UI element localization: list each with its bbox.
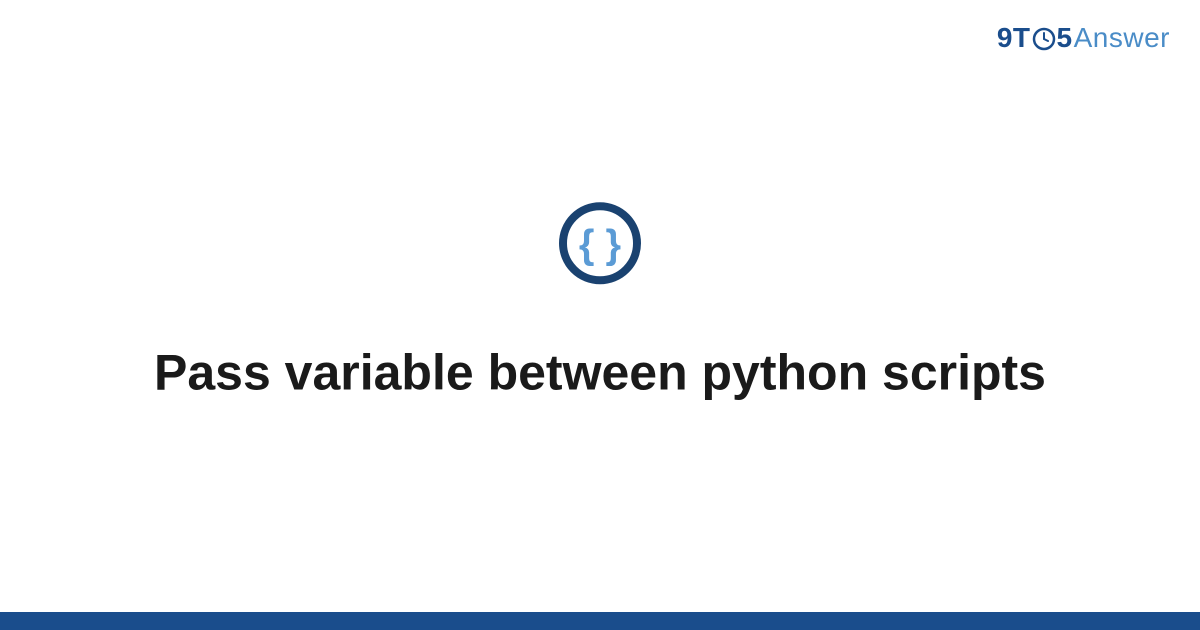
svg-text:{ }: { } <box>579 223 621 267</box>
logo-text-9t: 9T <box>997 22 1031 54</box>
code-braces-icon: { } <box>557 201 643 292</box>
clock-icon <box>1032 27 1056 51</box>
logo-text-answer: Answer <box>1074 22 1170 54</box>
main-content: { } Pass variable between python scripts <box>0 201 1200 405</box>
logo-text-5: 5 <box>1057 22 1073 54</box>
footer-bar <box>0 612 1200 630</box>
page-title: Pass variable between python scripts <box>154 342 1046 405</box>
site-logo: 9T 5 Answer <box>997 22 1170 54</box>
